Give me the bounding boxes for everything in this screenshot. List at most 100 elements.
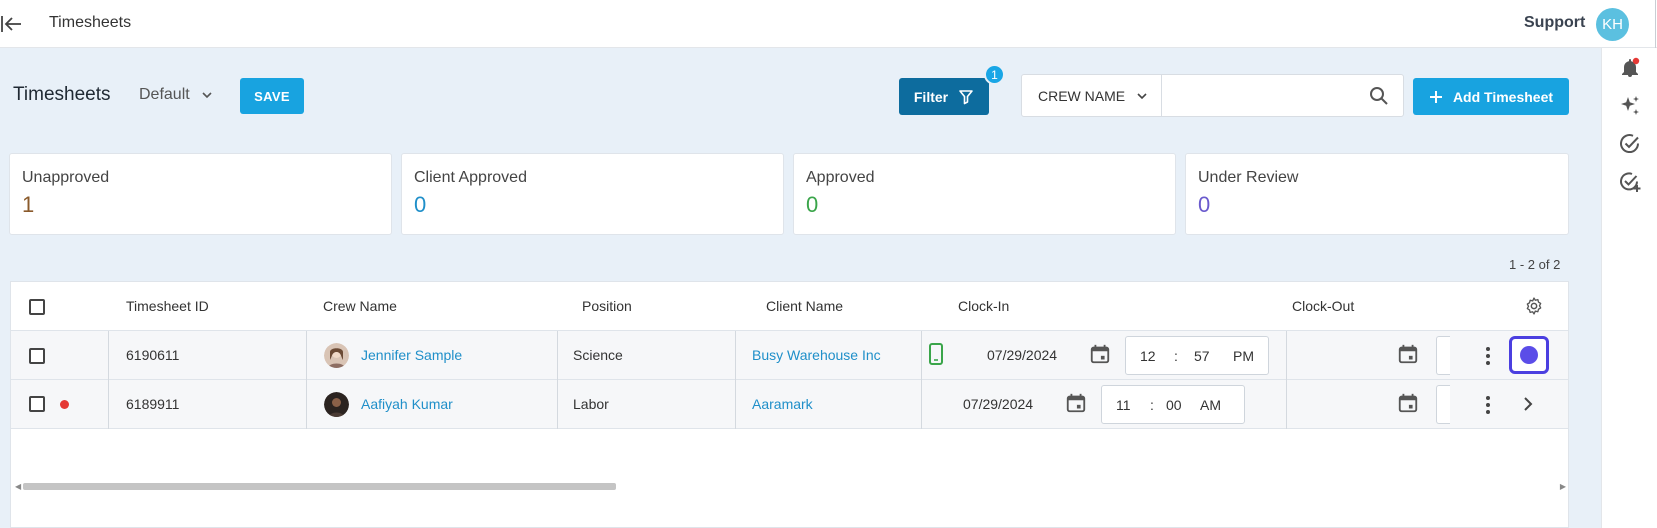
stat-card-unapproved[interactable]: Unapproved 1 — [9, 153, 392, 235]
view-select[interactable]: Default — [139, 86, 214, 104]
sparkle-icon[interactable] — [1618, 94, 1642, 118]
alert-dot — [60, 400, 69, 409]
column-divider — [108, 380, 109, 429]
column-divider — [1286, 380, 1287, 429]
top-bar: Timesheets Support KH — [0, 0, 1657, 48]
time-hour: 11 — [1116, 397, 1131, 413]
view-select-label: Default — [139, 86, 190, 103]
search-input[interactable] — [1163, 76, 1353, 115]
scroll-left-arrow[interactable]: ◀ — [15, 482, 21, 491]
timesheet-id: 6190611 — [126, 347, 180, 363]
add-timesheet-label: Add Timesheet — [1452, 88, 1554, 105]
bell-icon[interactable] — [1618, 56, 1642, 80]
kebab-menu-icon[interactable] — [1478, 394, 1498, 416]
stat-value: 0 — [414, 192, 427, 217]
column-header-clock-in[interactable]: Clock-In — [958, 298, 1009, 314]
filter-icon — [959, 89, 973, 104]
row-open-button[interactable] — [1509, 336, 1549, 374]
stat-value: 1 — [22, 192, 35, 217]
column-header-client-name[interactable]: Client Name — [766, 298, 843, 314]
add-timesheet-button[interactable]: Add Timesheet — [1413, 78, 1569, 115]
column-divider — [735, 331, 736, 380]
stat-label: Unapproved — [22, 169, 110, 186]
timesheets-table: Timesheet ID Crew Name Position Client N… — [10, 281, 1569, 528]
column-divider — [1286, 331, 1287, 380]
filter-count-badge: 1 — [984, 64, 1005, 85]
kebab-menu-icon[interactable] — [1478, 345, 1498, 367]
calendar-icon[interactable] — [1089, 343, 1111, 365]
time-minute: 00 — [1166, 397, 1182, 413]
crew-name-select-label: CREW NAME — [1038, 87, 1126, 104]
stat-label: Approved — [806, 169, 875, 186]
crew-name-link[interactable]: Jennifer Sample — [361, 347, 462, 363]
time-separator: : — [1174, 348, 1178, 364]
filter-button-label: Filter — [913, 88, 949, 105]
user-avatar[interactable]: KH — [1596, 8, 1629, 41]
back-arrow-icon[interactable] — [0, 12, 24, 36]
calendar-icon[interactable] — [1065, 392, 1087, 414]
stat-card-client-approved[interactable]: Client Approved 0 — [401, 153, 784, 235]
column-divider — [921, 380, 922, 429]
column-divider — [921, 331, 922, 380]
clock-out-time-input[interactable] — [1436, 385, 1450, 424]
crew-name-link[interactable]: Aafiyah Kumar — [361, 396, 453, 412]
search-group: CREW NAME — [1021, 74, 1404, 117]
timesheet-id: 6189911 — [126, 396, 180, 412]
crew-avatar — [324, 343, 349, 368]
save-button[interactable]: SAVE — [240, 78, 304, 114]
mobile-phone-icon — [929, 343, 943, 365]
clock-in-date: 07/29/2024 — [963, 396, 1034, 412]
column-divider — [557, 331, 558, 380]
chevron-right-icon[interactable] — [1517, 393, 1539, 415]
row-checkbox[interactable] — [29, 348, 45, 364]
filter-button[interactable]: Filter — [899, 78, 989, 115]
column-header-clock-out[interactable]: Clock-Out — [1292, 298, 1354, 314]
column-divider — [735, 380, 736, 429]
time-ampm: AM — [1200, 397, 1221, 413]
clock-in-date: 07/29/2024 — [987, 347, 1058, 363]
column-divider — [557, 380, 558, 429]
right-rail — [1601, 48, 1657, 528]
gear-icon[interactable] — [1524, 296, 1544, 316]
stat-card-under-review[interactable]: Under Review 0 — [1185, 153, 1569, 235]
clock-in-time-input[interactable]: 12 : 57 PM — [1125, 336, 1269, 375]
edge-divider — [1655, 0, 1656, 48]
column-divider — [108, 331, 109, 380]
clock-out-time-input[interactable] — [1436, 336, 1450, 375]
stat-value: 0 — [1198, 192, 1211, 217]
time-ampm: PM — [1233, 348, 1254, 364]
position: Labor — [573, 396, 609, 412]
table-row[interactable]: 6190611 Jennifer Sample Science Busy War… — [11, 331, 1568, 380]
stat-label: Under Review — [1198, 169, 1299, 186]
scrollbar-thumb[interactable] — [23, 483, 616, 490]
column-header-timesheet-id[interactable]: Timesheet ID — [126, 298, 209, 314]
plus-icon — [1429, 90, 1442, 103]
column-divider — [306, 380, 307, 429]
select-all-checkbox[interactable] — [29, 299, 45, 315]
table-empty-area — [11, 491, 1568, 527]
horizontal-scrollbar[interactable]: ◀ ▶ — [15, 481, 1566, 491]
position: Science — [573, 347, 623, 363]
stat-card-approved[interactable]: Approved 0 — [793, 153, 1176, 235]
row-checkbox[interactable] — [29, 396, 45, 412]
crew-avatar — [324, 392, 349, 417]
calendar-icon[interactable] — [1397, 392, 1419, 414]
client-name-link[interactable]: Aaramark — [752, 396, 813, 412]
client-name-link[interactable]: Busy Warehouse Inc — [752, 347, 881, 363]
clock-in-time-input[interactable]: 11 : 00 AM — [1101, 385, 1245, 424]
chevron-down-icon — [1137, 92, 1147, 99]
top-bar-title: Timesheets — [49, 14, 132, 31]
column-header-crew-name[interactable]: Crew Name — [323, 298, 397, 314]
check-circle-icon[interactable] — [1618, 132, 1642, 156]
scroll-right-arrow[interactable]: ▶ — [1560, 482, 1566, 491]
search-icon[interactable] — [1367, 84, 1391, 108]
chevron-right-icon — [1520, 346, 1538, 364]
calendar-icon[interactable] — [1397, 343, 1419, 365]
table-row[interactable]: 6189911 Aafiyah Kumar Labor Aaramark 07/… — [11, 380, 1568, 429]
support-link[interactable]: Support — [1524, 14, 1585, 32]
column-header-position[interactable]: Position — [582, 298, 632, 314]
chevron-down-icon — [202, 92, 212, 99]
column-divider — [306, 331, 307, 380]
check-circle-plus-icon[interactable] — [1618, 170, 1642, 194]
crew-name-select[interactable]: CREW NAME — [1022, 75, 1162, 116]
